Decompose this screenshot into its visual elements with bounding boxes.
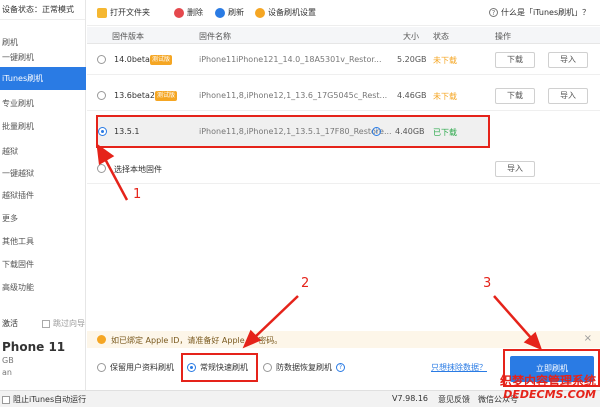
open-folder-button[interactable]: 打开文件夹 xyxy=(97,7,150,18)
firmware-table-header: 固件版本 固件名称 大小 状态 操作 xyxy=(87,27,600,44)
refresh-button[interactable]: 刷新 xyxy=(215,7,244,18)
row-version: 13.6beta2 xyxy=(114,91,155,100)
row-radio[interactable] xyxy=(97,91,106,100)
row-size: 5.20GB xyxy=(397,55,427,64)
sidebar-item-advanced[interactable]: 高级功能 xyxy=(0,276,86,299)
sidebar-item-one-click-jailbreak[interactable]: 一键越狱 xyxy=(0,162,86,185)
table-row-selected[interactable]: 13.5.1 iPhone11,8,iPhone12,1_13.5.1_17F8… xyxy=(96,115,490,148)
device-extra: an xyxy=(2,368,12,377)
sidebar-item-download-firmware[interactable]: 下载固件 xyxy=(0,253,86,276)
activate-row: 激活 跳过向导 xyxy=(0,318,86,329)
sidebar-item-jailbreak[interactable]: 越狱 xyxy=(0,140,86,163)
info-icon[interactable]: i xyxy=(372,127,381,136)
notice-text: 如已绑定 Apple ID，请准备好 Apple ID 密码。 xyxy=(111,336,283,345)
option-anti-recovery[interactable]: 防数据恢复刷机 ? xyxy=(263,362,345,373)
erase-link-label: 只想抹除数据？ xyxy=(431,363,487,372)
annotation-number-1: 1 xyxy=(133,187,142,202)
col-status: 状态 xyxy=(433,32,449,41)
row-firmware-name: iPhone11,8,iPhone12,1_13.5.1_17F80_Resto… xyxy=(199,127,392,136)
device-settings-button[interactable]: 设备刷机设置 xyxy=(255,7,316,18)
device-name: Phone 11 xyxy=(2,340,66,354)
import-button[interactable]: 导入 xyxy=(495,161,535,177)
option-keep-label: 保留用户资料刷机 xyxy=(110,363,174,372)
row-radio[interactable] xyxy=(97,55,106,64)
col-version: 固件版本 xyxy=(112,32,144,41)
sidebar-item-more[interactable]: 更多 xyxy=(0,207,86,230)
row-version: 14.0beta xyxy=(114,55,150,64)
sidebar-item-pro-flash[interactable]: 专业刷机 xyxy=(0,92,86,115)
download-button[interactable]: 下载 xyxy=(495,88,535,104)
toolbar: 打开文件夹 删除 刷新 设备刷机设置 ? 什么是「iTunes刷机」？ xyxy=(87,0,600,26)
delete-icon xyxy=(174,7,184,18)
local-firmware-row[interactable]: 选择本地固件 导入 xyxy=(87,154,600,184)
open-folder-label: 打开文件夹 xyxy=(110,8,150,17)
warning-icon xyxy=(97,335,106,344)
option-anti-label: 防数据恢复刷机 xyxy=(276,363,332,372)
sidebar-item-batch-flash[interactable]: 批量刷机 xyxy=(0,115,86,138)
device-settings-label: 设备刷机设置 xyxy=(268,8,316,17)
activate-label: 激活 xyxy=(2,319,18,328)
refresh-label: 刷新 xyxy=(228,8,244,17)
col-size: 大小 xyxy=(403,32,419,41)
row-firmware-name: iPhone11,8,iPhone12,1_13.6_17G5045c_Rest… xyxy=(199,91,388,100)
help-icon: ? xyxy=(489,8,498,17)
import-button[interactable]: 导入 xyxy=(548,52,588,68)
app-version: V7.98.16 xyxy=(392,394,429,403)
radio-icon xyxy=(263,363,272,372)
col-name: 固件名称 xyxy=(199,32,231,41)
sidebar-item-jailbreak-plugins[interactable]: 越狱插件 xyxy=(0,184,86,207)
feedback-link[interactable]: 意见反馈 xyxy=(438,394,470,405)
beta-badge: 测试版 xyxy=(150,55,173,65)
sidebar-item-itunes-flash[interactable]: iTunes刷机 xyxy=(0,67,86,90)
checkbox-icon xyxy=(2,395,10,404)
erase-data-link[interactable]: 只想抹除数据？ xyxy=(431,362,487,373)
row-radio-selected[interactable] xyxy=(98,127,107,136)
row-size: 4.40GB xyxy=(395,127,425,136)
help-link[interactable]: ? 什么是「iTunes刷机」？ xyxy=(489,7,590,18)
annotation-number-2: 2 xyxy=(301,276,310,291)
device-storage: GB xyxy=(2,356,14,365)
checkbox-icon xyxy=(42,319,50,328)
help-label: 什么是「iTunes刷机」？ xyxy=(501,8,591,17)
refresh-icon xyxy=(215,7,225,18)
row-status: 已下载 xyxy=(433,128,457,137)
table-row[interactable]: 13.6beta2 测试版 iPhone11,8,iPhone12,1_13.6… xyxy=(87,81,600,111)
local-firmware-label: 选择本地固件 xyxy=(114,165,162,174)
watermark-line2: DEDECMS.COM xyxy=(503,388,596,401)
skip-guide-label: 跳过向导 xyxy=(53,319,85,328)
skip-guide-checkbox[interactable]: 跳过向导 xyxy=(42,318,85,329)
annotation-number-3: 3 xyxy=(483,276,492,291)
row-size: 4.46GB xyxy=(397,91,427,100)
col-action: 操作 xyxy=(495,32,511,41)
sidebar: 设备状态：正常模式 刷机 一键刷机 iTunes刷机 专业刷机 批量刷机 越狱 … xyxy=(0,0,86,390)
option-keep-data[interactable]: 保留用户资料刷机 xyxy=(97,362,174,373)
row-radio[interactable] xyxy=(97,164,106,173)
radio-icon xyxy=(97,363,106,372)
notice-bar: 如已绑定 Apple ID，请准备好 Apple ID 密码。 × xyxy=(87,331,600,348)
import-button[interactable]: 导入 xyxy=(548,88,588,104)
delete-button[interactable]: 删除 xyxy=(174,7,203,18)
beta-badge: 测试版 xyxy=(155,91,178,101)
close-icon[interactable]: × xyxy=(584,333,592,344)
table-row[interactable]: 14.0beta 测试版 iPhone11iPhone121_14.0_18A5… xyxy=(87,45,600,75)
annotation-box-normal-flash xyxy=(181,353,258,382)
download-button[interactable]: 下载 xyxy=(495,52,535,68)
row-status: 未下载 xyxy=(433,92,457,101)
auto-itunes-label: 阻止iTunes自动运行 xyxy=(13,395,87,404)
help-icon[interactable]: ? xyxy=(336,363,345,372)
sidebar-item-other-tools[interactable]: 其他工具 xyxy=(0,230,86,253)
sidebar-item-one-click-flash[interactable]: 一键刷机 xyxy=(0,46,86,69)
folder-icon xyxy=(97,7,107,18)
device-status: 设备状态：正常模式 xyxy=(0,0,85,20)
row-version: 13.5.1 xyxy=(114,127,140,136)
delete-label: 删除 xyxy=(187,8,203,17)
watermark-line1: 织梦内容管理系统 xyxy=(499,374,596,388)
row-status: 未下载 xyxy=(433,56,457,65)
gear-icon xyxy=(255,7,265,18)
auto-itunes-checkbox[interactable]: 阻止iTunes自动运行 xyxy=(2,394,86,405)
row-firmware-name: iPhone11iPhone121_14.0_18A5301v_Restor..… xyxy=(199,55,382,64)
